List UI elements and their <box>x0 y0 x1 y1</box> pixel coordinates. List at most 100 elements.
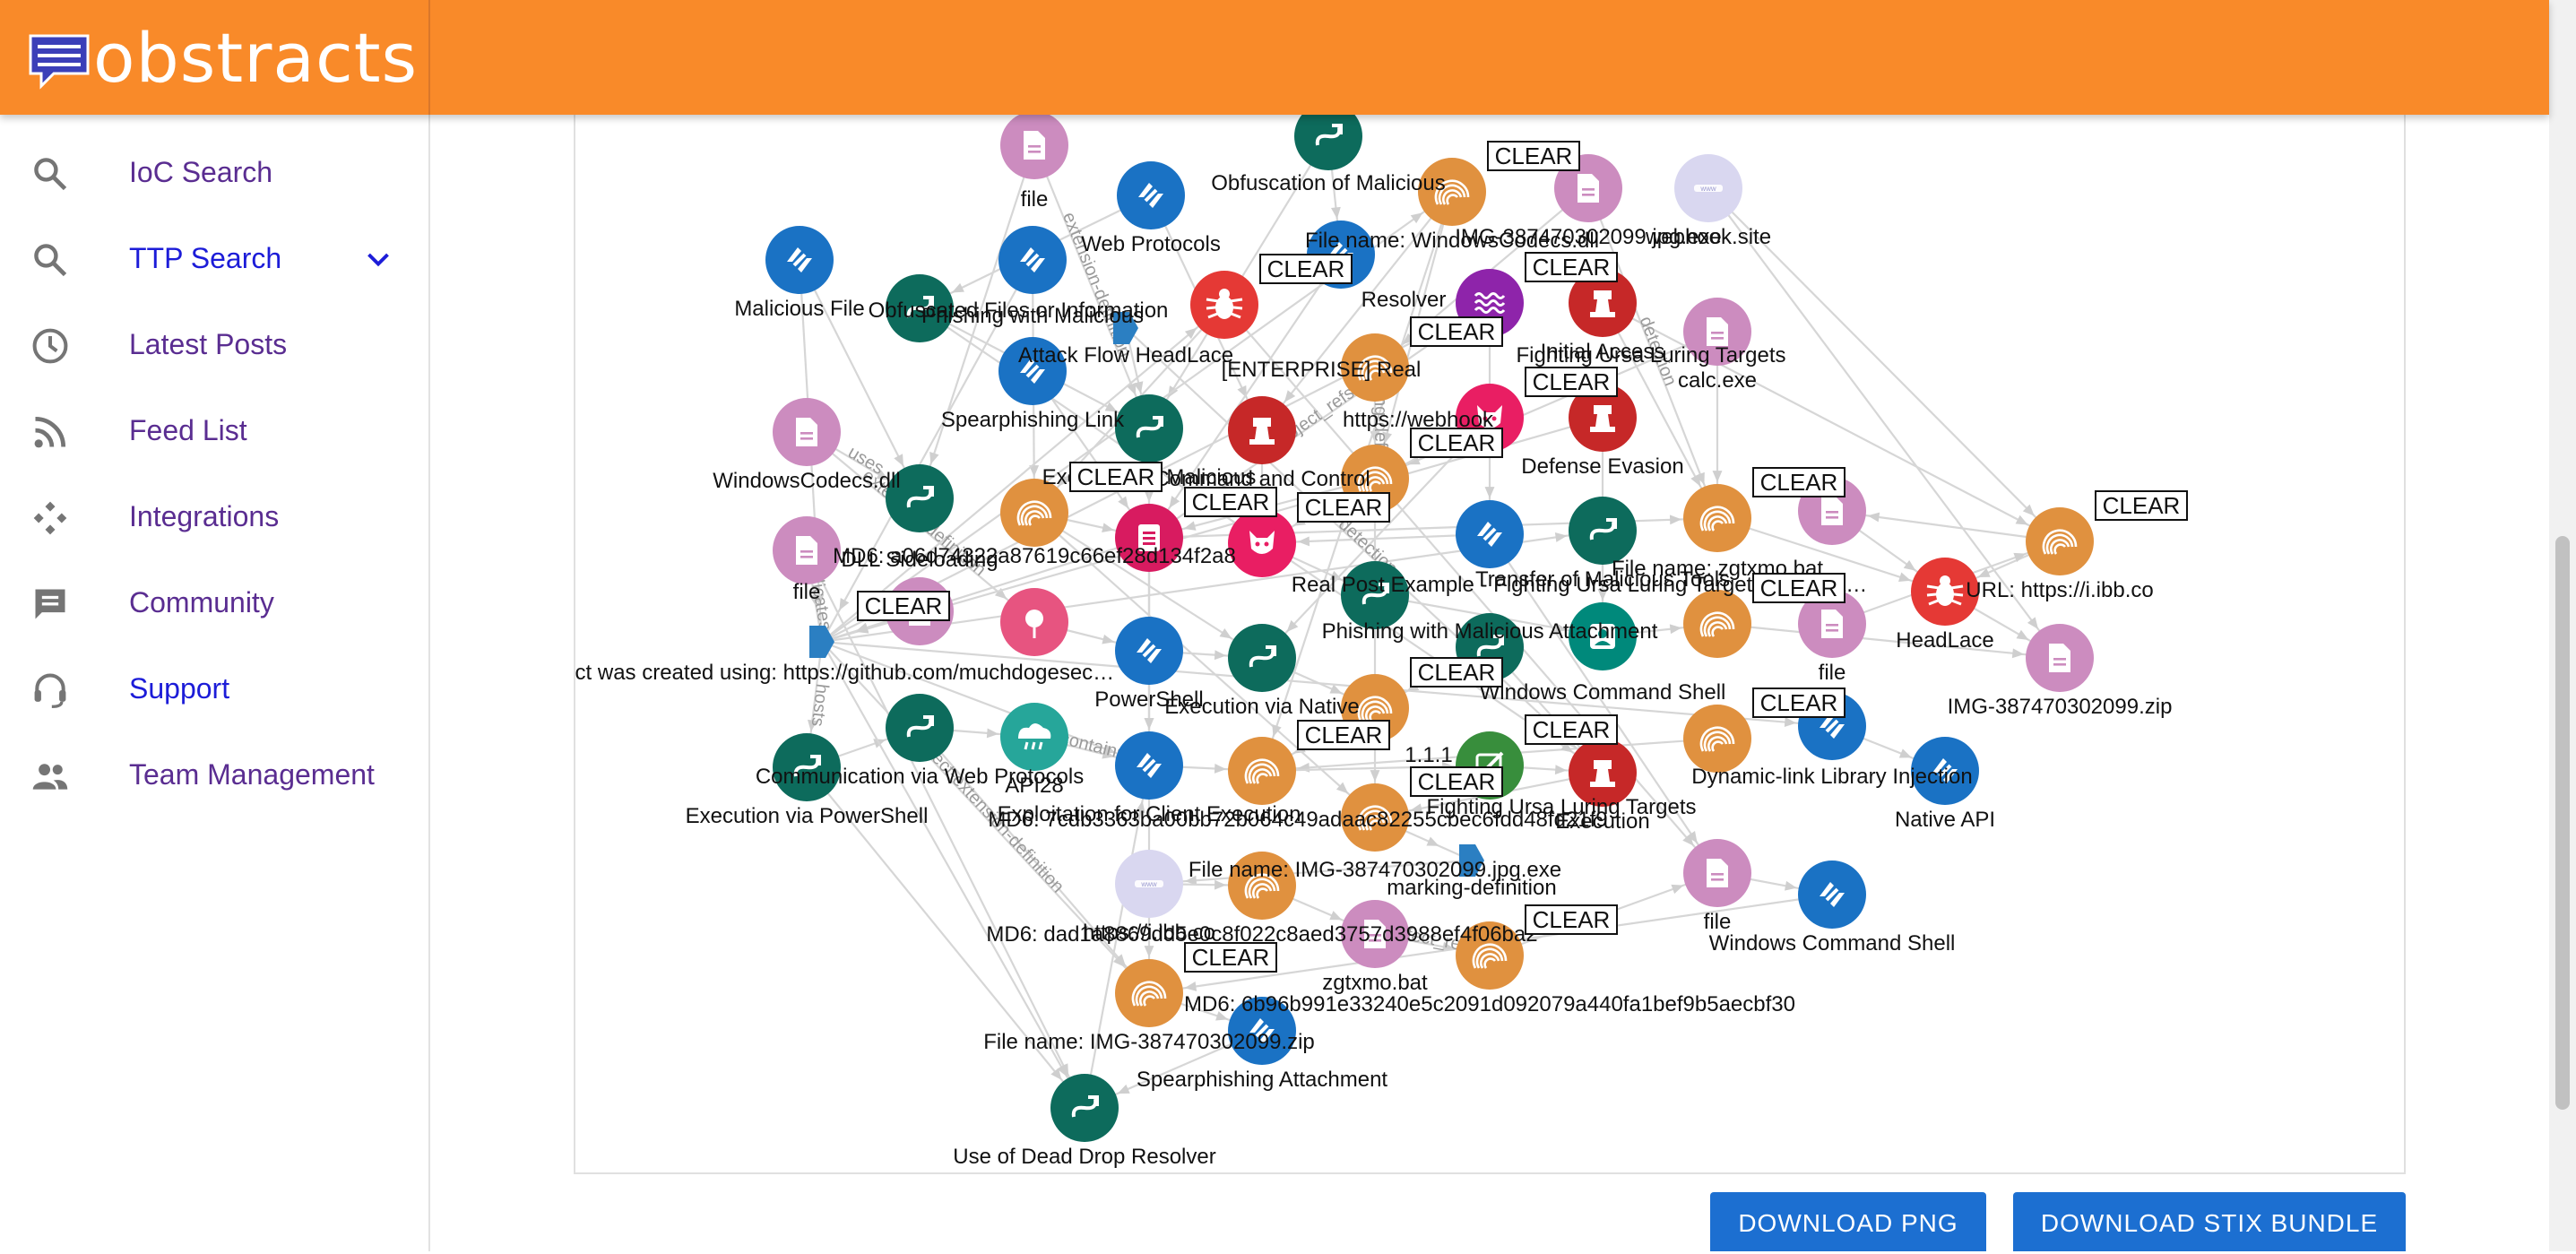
svg-text:www: www <box>1140 880 1157 888</box>
graph-edge-arrow <box>1484 487 1495 498</box>
graph-node-technique[interactable] <box>1115 731 1183 800</box>
support-icon <box>34 673 66 708</box>
brand-logo[interactable]: obstracts <box>0 0 430 115</box>
graph-node-technique[interactable] <box>1117 161 1185 229</box>
tlp-clear-label: CLEAR <box>1760 575 1838 601</box>
tlp-clear-label: CLEAR <box>2103 492 2181 519</box>
sidebar-item-label: Support <box>129 672 230 705</box>
graph-node-location[interactable] <box>1000 588 1068 656</box>
tlp-marking-icon <box>809 626 834 658</box>
download-png-button[interactable]: DOWNLOAD PNG <box>1710 1192 1986 1251</box>
graph-node-indicator[interactable] <box>1683 705 1751 773</box>
graph-node-indicator[interactable] <box>1115 959 1183 1027</box>
attack-pattern-icon <box>1294 115 1362 170</box>
sidebar-item-latest-posts[interactable]: Latest Posts <box>0 303 428 389</box>
graph-node-label: URL: https://i.ibb.co <box>1966 578 2153 602</box>
graph-node-domain[interactable]: www <box>1115 850 1183 918</box>
indicator-icon <box>2026 507 2094 575</box>
chevron-down-icon[interactable] <box>362 244 394 276</box>
graph-node-file[interactable] <box>2026 624 2094 692</box>
tlp-clear-label: CLEAR <box>1305 722 1383 748</box>
graph-edge-arrow <box>1272 724 1282 737</box>
graph-node-indicator[interactable] <box>1683 590 1751 658</box>
graph-edge-arrow <box>1330 206 1341 220</box>
tlp-clear-label: CLEAR <box>1533 906 1611 933</box>
graph-node-indicator[interactable] <box>2026 507 2094 575</box>
scrollbar-thumb[interactable] <box>2555 536 2570 1110</box>
graph-node-attack-pattern[interactable] <box>1569 497 1637 565</box>
graph-node-label: File name: IMG-387470302099.zip <box>983 1030 1315 1054</box>
graph-node-label: file <box>1704 910 1732 934</box>
graph-node-technique[interactable] <box>1798 861 1866 929</box>
sidebar-item-support[interactable]: Support <box>0 647 428 733</box>
tlp-clear-label: CLEAR <box>1192 944 1270 971</box>
graph-edge-arrow <box>1297 536 1310 547</box>
graph-node-technique[interactable] <box>1456 500 1524 568</box>
tlp-clear-label: CLEAR <box>865 592 943 619</box>
graph-node-technique[interactable] <box>765 226 834 294</box>
graph-node-attack-pattern[interactable] <box>1228 624 1296 692</box>
graph-node-label: zgtxmo.bat <box>1322 971 1428 995</box>
chat-icon <box>35 589 65 619</box>
graph-node-tactic[interactable] <box>1228 396 1296 464</box>
brand-name: obstracts <box>93 18 419 98</box>
graph-node-attack-pattern[interactable] <box>1115 394 1183 463</box>
graph-node-label: Defense Evasion <box>1521 454 1683 479</box>
graph-node-label: calc.exe <box>1678 368 1757 393</box>
sidebar-item-community[interactable]: Community <box>0 561 428 647</box>
graph-node-attack-pattern[interactable] <box>1294 115 1362 170</box>
sidebar-item-ioc-search[interactable]: IoC Search <box>0 131 428 217</box>
graph-edge-arrow <box>2027 617 2039 629</box>
stix-graph[interactable]: extension-definition detectionmarking-def… <box>575 115 2404 1172</box>
graph-node-domain[interactable]: www <box>1674 154 1742 222</box>
graph-node-label: webhook.site <box>1645 225 1771 249</box>
graph-edge-arrow <box>1897 572 1911 582</box>
graph-edge-arrow <box>1118 496 1129 509</box>
graph-canvas[interactable]: extension-definition detection marking-def… <box>574 115 2406 1174</box>
graph-node-label: IMG-387470302099.zip <box>1948 695 2173 719</box>
sidebar-item-integrations[interactable]: Integrations <box>0 475 428 561</box>
graph-node-malware[interactable] <box>1190 271 1258 339</box>
sidebar-item-ttp-search[interactable]: TTP Search <box>0 217 428 303</box>
graph-node-threat-actor[interactable] <box>1228 509 1296 577</box>
sidebar-item-label: TTP Search <box>129 242 282 274</box>
graph-edge-arrow <box>1144 718 1154 730</box>
tlp-clear-label: CLEAR <box>1418 659 1496 686</box>
graph-node-label: Execution via PowerShell <box>686 804 929 828</box>
tlp-clear-label: CLEAR <box>1760 469 1838 496</box>
graph-node-file[interactable] <box>773 516 841 584</box>
sidebar-item-feed-list[interactable]: Feed List <box>0 389 428 475</box>
graph-node-label: DLL Sideloading <box>841 548 998 572</box>
sidebar-item-team-management[interactable]: Team Management <box>0 733 428 819</box>
graph-node-marking[interactable] <box>809 626 834 658</box>
indicator-icon <box>1683 705 1751 773</box>
graph-node-indicator[interactable] <box>1683 484 1751 552</box>
graph-node-indicator[interactable] <box>1228 737 1296 805</box>
graph-node-label: Spearphishing Link <box>941 408 1125 432</box>
graph-edge-arrow <box>1214 650 1227 661</box>
graph-edge-arrow <box>1785 880 1797 891</box>
download-stix-bundle-button[interactable]: DOWNLOAD STIX BUNDLE <box>2013 1192 2406 1251</box>
tlp-clear-label: CLEAR <box>1495 143 1573 169</box>
graph-node-label: Malicious File <box>734 297 864 321</box>
graph-node-file[interactable] <box>1683 839 1751 907</box>
indicator-icon <box>1228 737 1296 805</box>
graph-node-label: Windows Command Shell <box>1709 931 1956 956</box>
graph-edge-arrow <box>1712 471 1723 482</box>
graph-node-label: Attack Flow HeadLace <box>1018 343 1233 368</box>
graph-node-file[interactable] <box>1000 115 1068 179</box>
graph-node-file[interactable] <box>773 398 841 466</box>
tlp-clear-label: CLEAR <box>1267 255 1345 282</box>
graph-node-label: Web Protocols <box>1081 232 1221 256</box>
graph-edge-arrow <box>1410 212 1423 224</box>
graph-node-attack-pattern[interactable] <box>1050 1074 1119 1142</box>
graph-node-cloud[interactable] <box>1000 703 1068 771</box>
graph-edge-arrow <box>1169 496 1180 508</box>
graph-node-technique[interactable] <box>998 226 1067 294</box>
tlp-clear-label: CLEAR <box>1533 254 1611 281</box>
graph-node-label: file <box>793 580 821 604</box>
sidebar-item-label: Team Management <box>129 758 375 791</box>
graph-edge-label: hosts <box>808 683 833 728</box>
graph-node-attack-pattern[interactable] <box>886 694 954 762</box>
graph-node-technique[interactable] <box>1115 617 1183 685</box>
